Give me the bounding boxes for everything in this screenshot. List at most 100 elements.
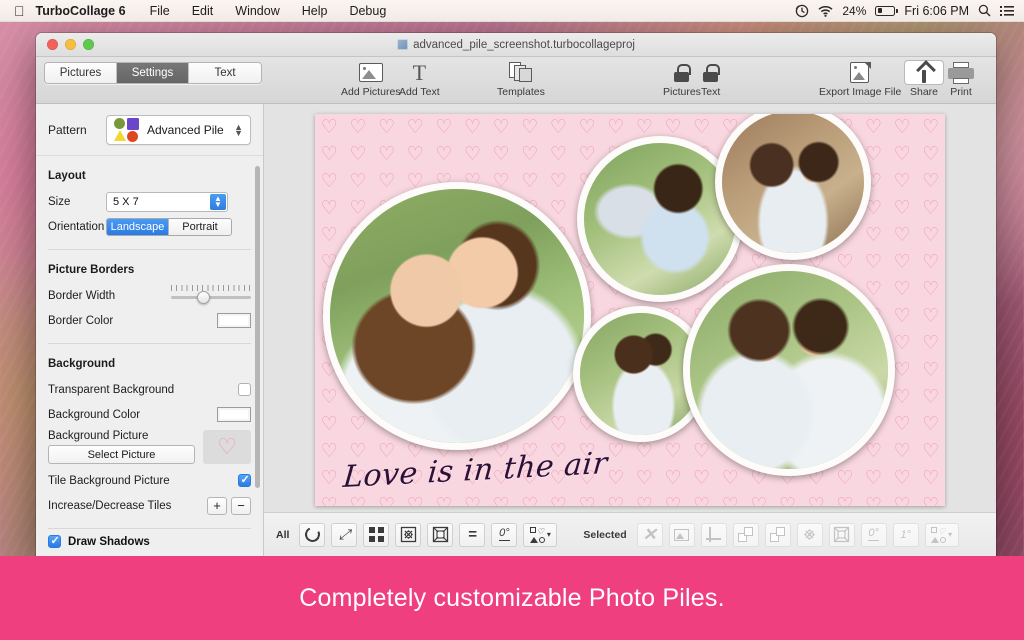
border-width-row: Border Width bbox=[48, 283, 251, 308]
window-controls[interactable] bbox=[36, 39, 94, 50]
background-picture-label: Background Picture bbox=[48, 430, 195, 442]
menu-debug[interactable]: Debug bbox=[338, 4, 397, 18]
draw-shadows-row[interactable]: Draw Shadows bbox=[36, 535, 263, 548]
add-text-icon: T bbox=[399, 60, 440, 85]
pattern-dropdown[interactable]: Advanced Pile ▲▼ bbox=[106, 115, 251, 145]
close-window-button[interactable] bbox=[47, 39, 58, 50]
settings-sidebar: Pattern Advanced Pile ▲▼ Layout Size bbox=[36, 104, 264, 556]
heart-icon: ♡ bbox=[916, 307, 945, 326]
templates-icon bbox=[497, 60, 545, 85]
heart-icon: ♡ bbox=[831, 496, 860, 506]
heart-icon: ♡ bbox=[458, 118, 487, 137]
heart-icon: ♡ bbox=[372, 496, 401, 506]
transparent-background-checkbox[interactable] bbox=[238, 383, 251, 396]
border-color-well[interactable] bbox=[217, 313, 251, 328]
shapes-selected-button[interactable]: ♡ ▾ bbox=[925, 523, 959, 547]
promo-caption-text: Completely customizable Photo Piles. bbox=[299, 584, 724, 613]
size-dropdown[interactable]: 5 X 7 ▲▼ bbox=[106, 192, 228, 212]
add-pictures-button[interactable]: Add Pictures bbox=[341, 60, 401, 98]
delete-selected-button[interactable]: ✕ bbox=[637, 523, 663, 547]
battery-icon bbox=[875, 6, 895, 16]
border-width-slider[interactable] bbox=[171, 285, 251, 307]
share-button[interactable]: Share bbox=[904, 60, 944, 98]
photo-image bbox=[690, 271, 888, 469]
lock-text-button[interactable]: Text bbox=[701, 60, 720, 98]
orientation-landscape-option[interactable]: Landscape bbox=[107, 219, 169, 235]
share-icon bbox=[904, 60, 944, 85]
heart-icon: ♡ bbox=[315, 469, 344, 488]
maximize-window-button[interactable] bbox=[83, 39, 94, 50]
menu-window[interactable]: Window bbox=[224, 4, 290, 18]
templates-button[interactable]: Templates bbox=[497, 60, 545, 98]
panel-tab-group[interactable]: Pictures Settings Text bbox=[44, 62, 262, 84]
expand-all-button[interactable]: ⤢ bbox=[331, 523, 357, 547]
rotate-selected-button[interactable]: 1° bbox=[893, 523, 919, 547]
lock-pictures-button[interactable]: Pictures bbox=[663, 60, 701, 98]
sidebar-scroll-area[interactable]: Layout Size 5 X 7 ▲▼ Orientation Landsca… bbox=[36, 156, 263, 556]
rotation-all-button[interactable]: 0° bbox=[491, 523, 517, 547]
background-color-well[interactable] bbox=[217, 407, 251, 422]
picture-borders-title: Picture Borders bbox=[48, 264, 251, 276]
export-image-file-button[interactable]: Export Image File bbox=[819, 60, 901, 98]
shapes-all-button[interactable]: ♡ ▾ bbox=[523, 523, 557, 547]
search-icon[interactable] bbox=[978, 4, 991, 17]
fit-all-button[interactable] bbox=[395, 523, 421, 547]
orientation-segmented-control[interactable]: Landscape Portrait bbox=[106, 218, 232, 236]
window-titlebar[interactable]: advanced_pile_screenshot.turbocollagepro… bbox=[36, 33, 996, 57]
menu-help[interactable]: Help bbox=[291, 4, 339, 18]
fit-selected-button[interactable] bbox=[797, 523, 823, 547]
tab-pictures[interactable]: Pictures bbox=[45, 63, 117, 83]
minimize-window-button[interactable] bbox=[65, 39, 76, 50]
list-icon[interactable] bbox=[1000, 5, 1014, 17]
decrease-tiles-button[interactable]: − bbox=[231, 497, 251, 515]
slider-thumb[interactable] bbox=[197, 291, 210, 304]
heart-icon: ♡ bbox=[859, 496, 888, 506]
add-text-button[interactable]: T Add Text bbox=[399, 60, 440, 98]
tab-settings[interactable]: Settings bbox=[117, 63, 189, 83]
lock-pictures-label: Pictures bbox=[663, 86, 701, 98]
menu-app-name[interactable]: TurboCollage 6 bbox=[36, 4, 139, 18]
heart-icon: ♡ bbox=[916, 118, 945, 137]
sidebar-scrollbar[interactable] bbox=[255, 166, 260, 488]
select-picture-button[interactable]: Select Picture bbox=[48, 445, 195, 464]
apple-logo-icon[interactable]:  bbox=[0, 4, 36, 18]
time-machine-icon[interactable] bbox=[795, 4, 809, 18]
background-picture-row: Background Picture Select Picture ♡ bbox=[48, 430, 251, 464]
rotate-all-button[interactable] bbox=[299, 523, 325, 547]
photo-couple-right[interactable] bbox=[683, 264, 895, 476]
orientation-portrait-option[interactable]: Portrait bbox=[169, 219, 231, 235]
document-title-text: advanced_pile_screenshot.turbocollagepro… bbox=[413, 39, 635, 51]
collage-canvas[interactable]: ♡♡♡♡♡♡♡♡♡♡♡♡♡♡♡♡♡♡♡♡♡♡♡♡♡♡♡♡♡♡♡♡♡♡♡♡♡♡♡♡… bbox=[315, 114, 945, 506]
crop-button[interactable] bbox=[701, 523, 727, 547]
align-all-button[interactable]: = bbox=[459, 523, 485, 547]
scale-selected-button[interactable] bbox=[829, 523, 855, 547]
chevron-updown-icon: ▲▼ bbox=[234, 124, 243, 136]
background-picture-thumbnail[interactable]: ♡ bbox=[203, 430, 251, 464]
rotation-selected-button[interactable]: 0° bbox=[861, 523, 887, 547]
wifi-icon[interactable] bbox=[818, 5, 833, 17]
menu-edit[interactable]: Edit bbox=[181, 4, 225, 18]
photo-couple-top-right[interactable] bbox=[715, 114, 871, 260]
scale-all-button[interactable] bbox=[427, 523, 453, 547]
photo-couple-main[interactable] bbox=[323, 182, 591, 450]
tab-text[interactable]: Text bbox=[189, 63, 261, 83]
bring-forward-button[interactable] bbox=[733, 523, 759, 547]
heart-icon: ♡ bbox=[401, 145, 430, 164]
heart-icon: ♡ bbox=[745, 496, 774, 506]
print-icon bbox=[948, 60, 974, 85]
send-backward-button[interactable] bbox=[765, 523, 791, 547]
shapes-icon bbox=[114, 118, 140, 142]
canvas-wrapper: ♡♡♡♡♡♡♡♡♡♡♡♡♡♡♡♡♡♡♡♡♡♡♡♡♡♡♡♡♡♡♡♡♡♡♡♡♡♡♡♡… bbox=[264, 104, 996, 512]
replace-image-button[interactable] bbox=[669, 523, 695, 547]
heart-icon: ♡ bbox=[487, 145, 516, 164]
draw-shadows-checkbox[interactable] bbox=[48, 535, 61, 548]
heart-icon: ♡ bbox=[315, 442, 344, 461]
menu-clock[interactable]: Fri 6:06 PM bbox=[904, 4, 969, 18]
tile-background-checkbox[interactable] bbox=[238, 474, 251, 487]
print-button[interactable]: Print bbox=[948, 60, 974, 98]
increase-tiles-button[interactable]: + bbox=[207, 497, 227, 515]
picture-borders-section: Picture Borders Border Width Border Colo… bbox=[36, 264, 263, 344]
menu-file[interactable]: File bbox=[139, 4, 181, 18]
heart-icon: ♡ bbox=[687, 469, 716, 488]
grid-all-button[interactable] bbox=[363, 523, 389, 547]
